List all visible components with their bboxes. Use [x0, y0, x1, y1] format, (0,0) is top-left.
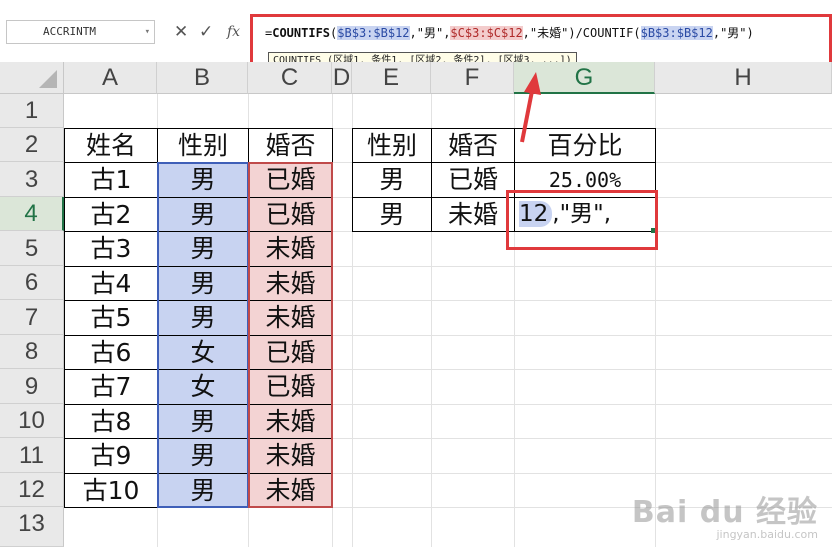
column-header-e[interactable]: E [352, 62, 431, 94]
name-box[interactable]: ACCRINTM ▾ [6, 20, 155, 44]
table2-gender-cell[interactable]: 男 [352, 162, 432, 198]
table1-name-cell[interactable]: 古9 [64, 438, 158, 474]
table1-name-cell[interactable]: 古3 [64, 231, 158, 267]
table2-header-percent[interactable]: 百分比 [514, 128, 656, 163]
table1-name-cell[interactable]: 古1 [64, 162, 158, 198]
table1-name-cell[interactable]: 古7 [64, 369, 158, 405]
column-header-a[interactable]: A [64, 62, 157, 94]
table2-married-cell[interactable]: 已婚 [431, 162, 515, 198]
row-header-12[interactable]: 12 [0, 473, 64, 507]
formula-bar: ACCRINTM ▾ ✕ ✓ fx =COUNTIFS($B$3:$B$12,"… [0, 0, 832, 69]
chevron-down-icon[interactable]: ▾ [145, 21, 150, 43]
column-header-g[interactable]: G [514, 62, 655, 94]
table1-name-cell[interactable]: 古10 [64, 473, 158, 508]
table1-header-name[interactable]: 姓名 [64, 128, 158, 163]
column-header-d[interactable]: D [332, 62, 352, 94]
formula-criterion-3: ,"男") [712, 26, 754, 40]
formula-fn-countifs: COUNTIFS [272, 26, 331, 40]
range-outline-b [157, 162, 249, 508]
table1-header-married[interactable]: 婚否 [248, 128, 333, 163]
select-all-corner[interactable] [0, 62, 64, 94]
watermark: Bai du 经验 jingyan.baidu.com [631, 495, 818, 542]
formula-range-b: $B$3:$B$12 [337, 26, 410, 40]
row-header-5[interactable]: 5 [0, 231, 64, 266]
table1-header-gender[interactable]: 性别 [157, 128, 249, 163]
row-header-11[interactable]: 11 [0, 438, 64, 473]
row-header-3[interactable]: 3 [0, 162, 64, 197]
table1-name-cell[interactable]: 古4 [64, 266, 158, 301]
watermark-logo: Bai du 经验 [631, 495, 818, 530]
annotation-highlight-box [506, 190, 658, 250]
table1-name-cell[interactable]: 古2 [64, 197, 158, 232]
row-header-6[interactable]: 6 [0, 266, 64, 300]
table2-married-cell[interactable]: 未婚 [431, 197, 515, 232]
formula-criterion-1: ,"男", [409, 26, 451, 40]
table2-header-married[interactable]: 婚否 [431, 128, 515, 163]
name-box-value: ACCRINTM [43, 25, 96, 38]
row-header-13[interactable]: 13 [0, 507, 64, 547]
row-header-9[interactable]: 9 [0, 369, 64, 404]
column-header-h[interactable]: H [655, 62, 832, 94]
row-header-1[interactable]: 1 [0, 94, 64, 128]
spreadsheet-grid[interactable]: A B C D E F G H 1 2 3 4 5 6 7 8 9 10 11 … [0, 62, 832, 547]
select-all-triangle-icon [39, 70, 57, 88]
cancel-icon[interactable]: ✕ [174, 20, 188, 44]
table1-name-cell[interactable]: 古6 [64, 335, 158, 370]
column-header-c[interactable]: C [248, 62, 332, 94]
row-header-8[interactable]: 8 [0, 335, 64, 369]
formula-range-c: $C$3:$C$12 [450, 26, 523, 40]
range-outline-c [248, 162, 333, 508]
row-header-4[interactable]: 4 [0, 197, 64, 231]
insert-function-icon[interactable]: fx [227, 20, 240, 44]
formula-text: =COUNTIFS($B$3:$B$12,"男",$C$3:$C$12,"未婚"… [265, 23, 754, 43]
column-header-f[interactable]: F [431, 62, 514, 94]
formula-range-b-2: $B$3:$B$12 [640, 26, 713, 40]
formula-criterion-2: ,"未婚")/COUNTIF( [522, 26, 641, 40]
row-header-2[interactable]: 2 [0, 128, 64, 162]
table1-name-cell[interactable]: 古8 [64, 404, 158, 439]
table2-header-gender[interactable]: 性别 [352, 128, 432, 163]
confirm-icon[interactable]: ✓ [199, 20, 213, 44]
column-header-b[interactable]: B [157, 62, 248, 94]
table1-name-cell[interactable]: 古5 [64, 300, 158, 336]
row-header-10[interactable]: 10 [0, 404, 64, 438]
table2-gender-cell[interactable]: 男 [352, 197, 432, 232]
row-header-7[interactable]: 7 [0, 300, 64, 335]
